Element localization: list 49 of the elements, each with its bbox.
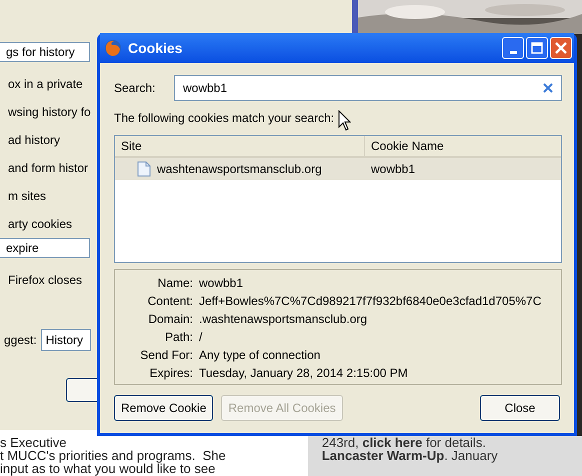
text-line: t MUCC's priorities and programs. She (0, 449, 227, 462)
dropdown[interactable]: gs for history (0, 42, 90, 62)
close-icon (555, 42, 567, 54)
dropdown[interactable]: expire (0, 238, 90, 258)
table-row[interactable]: washtenawsportsmansclub.org wowbb1 (115, 158, 561, 180)
option-label: and form histor (7, 160, 90, 177)
search-label: Search: (114, 81, 156, 95)
option-label: wsing history fo (7, 104, 92, 121)
maximize-button[interactable] (526, 37, 548, 59)
minimize-button[interactable] (502, 37, 524, 59)
dropdown[interactable]: History (40, 329, 91, 351)
detail-label: Content: (146, 293, 193, 310)
detail-label: Domain: (147, 311, 193, 328)
detail-value: Tuesday, January 28, 2014 2:15:00 PM (199, 365, 409, 382)
cursor-icon (338, 110, 351, 131)
detail-value: .washtenawsportsmansclub.org (199, 311, 368, 328)
column-header[interactable]: Site (115, 136, 365, 156)
option-label: m sites (7, 188, 48, 205)
detail-label: Expires: (148, 365, 193, 382)
document-icon (137, 161, 151, 177)
logo-icon (104, 39, 122, 57)
detail-label: Send For: (139, 347, 193, 364)
dialog-button[interactable]: Remove Cookie (114, 395, 214, 421)
maximize-icon (531, 42, 543, 54)
detail-label: Name: (156, 275, 193, 292)
option-label: Firefox closes (7, 272, 84, 289)
text-line: Lancaster Warm-Up. January (322, 449, 499, 462)
column-header[interactable]: Cookie Name (365, 136, 561, 156)
field-label: ggest: (4, 333, 37, 347)
detail-label: Path: (164, 329, 193, 346)
table-cell-text: wowbb1 (370, 162, 416, 176)
text-line: s Executive (0, 436, 68, 449)
detail-value: Any type of connection (199, 347, 322, 364)
window-title: Cookies (128, 40, 184, 56)
detail-value: wowbb1 (199, 275, 244, 292)
option-label: arty cookies (7, 216, 74, 233)
minimize-icon (510, 51, 516, 54)
close-button[interactable] (550, 37, 572, 59)
detail-value: Jeff+Bowles%7C%7Cd989217f7f932bf6840e0e3cfad1d705%7C (199, 293, 542, 310)
dialog-button[interactable]: Close (480, 395, 560, 421)
clear-icon[interactable] (543, 83, 553, 93)
text-line: input as to what you would like to see (0, 462, 216, 475)
text-line: 243rd, click here for details. (322, 436, 487, 449)
table-cell: washtenawsportsmansclub.org (157, 162, 322, 176)
option-label: ad history (7, 132, 62, 149)
option-label: ox in a private (7, 76, 84, 93)
match-text: The following cookies match your search: (114, 111, 334, 127)
detail-value: / (199, 329, 204, 346)
search-field[interactable]: wowbb1 (174, 75, 562, 101)
